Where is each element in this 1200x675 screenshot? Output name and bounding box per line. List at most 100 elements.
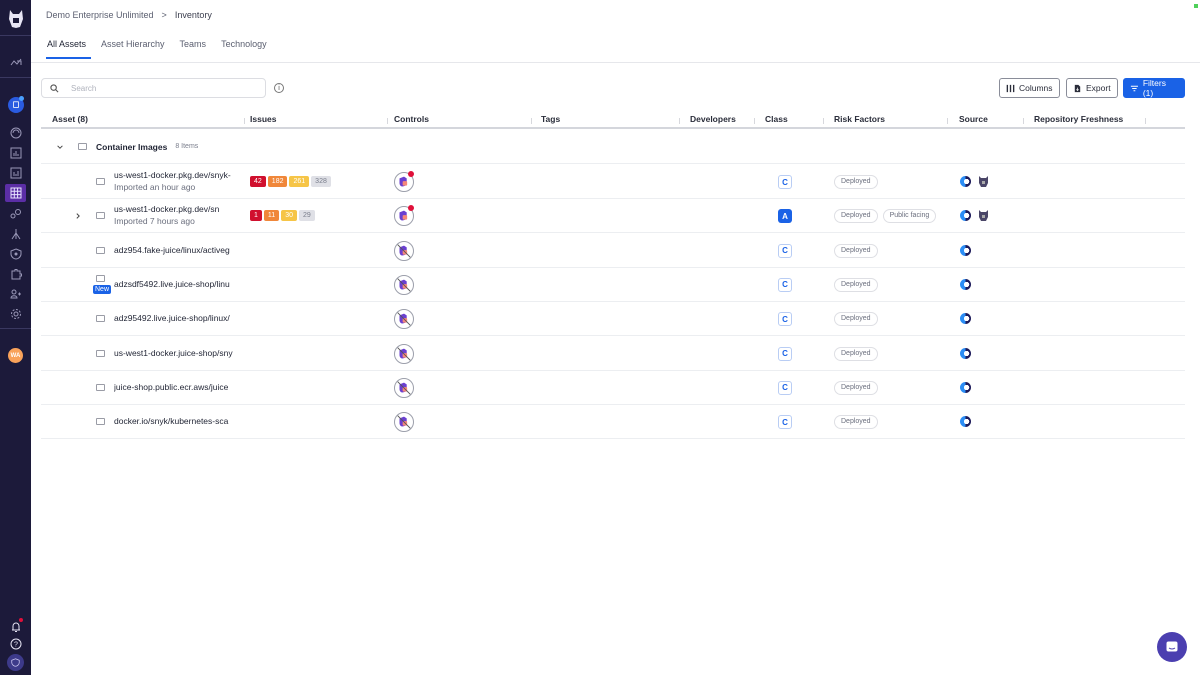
search-box[interactable] — [41, 78, 266, 98]
column-resizer[interactable] — [1023, 118, 1024, 124]
table-row[interactable]: adz95492.live.juice-shop/linux/ C Deploye… — [41, 302, 1185, 337]
columns-button[interactable]: Columns — [999, 78, 1060, 98]
control-disabled-icon[interactable] — [394, 412, 414, 433]
group-label: Container Images — [96, 141, 168, 152]
inventory-icon[interactable] — [5, 184, 26, 202]
snyk-source-icon[interactable] — [960, 381, 971, 393]
asset-name[interactable]: docker.io/snyk/kubernetes-sca — [114, 416, 239, 426]
table-row[interactable]: docker.io/snyk/kubernetes-sca C Deployed — [41, 405, 1185, 440]
asset-name[interactable]: juice-shop.public.ecr.aws/juice — [114, 382, 239, 392]
column-repository-freshness[interactable]: Repository Freshness — [1034, 114, 1123, 124]
search-input[interactable] — [71, 83, 251, 93]
column-resizer[interactable] — [679, 118, 680, 124]
control-disabled-icon[interactable] — [394, 240, 414, 261]
snyk-source-icon[interactable] — [960, 313, 971, 325]
asset-name[interactable]: adzsdf5492.live.juice-shop/linu — [114, 279, 239, 289]
activity-icon[interactable] — [6, 53, 25, 72]
column-resizer[interactable] — [387, 118, 388, 124]
chevron-right-icon[interactable] — [74, 212, 82, 220]
asset-name[interactable]: us-west1-docker.pkg.dev/sn — [114, 204, 239, 214]
extensions-icon[interactable] — [6, 264, 25, 283]
issue-count-medium[interactable]: 30 — [281, 210, 297, 222]
table-row[interactable]: us-west1-docker.juice-shop/sny C Deployed — [41, 337, 1185, 371]
issue-count-critical[interactable]: 1 — [250, 210, 262, 222]
members-icon[interactable] — [6, 284, 25, 303]
issues-counts: 42 182 261 328 — [250, 176, 331, 187]
snyk-source-icon[interactable] — [960, 416, 971, 428]
asset-name[interactable]: us-west1-docker.pkg.dev/snyk- — [114, 170, 239, 180]
tab-teams[interactable]: Teams — [175, 34, 212, 59]
container-image-icon — [96, 246, 105, 254]
analytics-icon[interactable] — [6, 163, 25, 182]
snyk-source-icon[interactable] — [960, 244, 971, 256]
issue-count-medium[interactable]: 261 — [289, 176, 310, 187]
column-resizer[interactable] — [1145, 118, 1146, 124]
filters-button[interactable]: Filters (1) — [1123, 78, 1185, 98]
table-row[interactable]: New adzsdf5492.live.juice-shop/linu C Depl… — [41, 268, 1185, 302]
issue-count-low[interactable]: 29 — [298, 210, 315, 222]
column-tags[interactable]: Tags — [541, 114, 560, 124]
snyk-source-icon[interactable] — [960, 347, 971, 359]
column-issues[interactable]: Issues — [250, 114, 276, 124]
column-resizer[interactable] — [531, 118, 532, 124]
column-resizer[interactable] — [947, 118, 948, 124]
asset-name[interactable]: adz954.fake-juice/linux/activeg — [114, 245, 239, 255]
snyk-dog-icon[interactable] — [978, 209, 989, 222]
asset-name[interactable]: adz95492.live.juice-shop/linux/ — [114, 313, 239, 323]
org-avatar[interactable] — [8, 96, 24, 113]
column-controls[interactable]: Controls — [394, 114, 429, 124]
control-disabled-icon[interactable] — [394, 274, 414, 295]
column-source[interactable]: Source — [959, 114, 988, 124]
user-avatar[interactable]: WA — [8, 348, 23, 363]
control-disabled-icon[interactable] — [394, 377, 414, 398]
info-icon[interactable]: i — [274, 83, 284, 93]
column-resizer[interactable] — [754, 118, 755, 124]
asset-name[interactable]: us-west1-docker.juice-shop/sny — [114, 348, 239, 358]
issue-count-high[interactable]: 182 — [267, 176, 288, 187]
issue-count-high[interactable]: 11 — [263, 210, 280, 222]
tab-asset-hierarchy[interactable]: Asset Hierarchy — [96, 34, 170, 59]
chevron-down-icon[interactable] — [56, 143, 64, 151]
reports-icon[interactable] — [6, 143, 25, 162]
column-risk-factors[interactable]: Risk Factors — [834, 114, 885, 124]
columns-icon — [1006, 84, 1015, 92]
tab-technology[interactable]: Technology — [216, 34, 272, 59]
hierarchy-icon[interactable] — [6, 224, 25, 243]
column-developers[interactable]: Developers — [690, 114, 736, 124]
control-disabled-icon[interactable] — [394, 343, 414, 364]
dashboard-icon[interactable] — [6, 123, 25, 142]
svg-text:?: ? — [14, 641, 18, 648]
snyk-dog-icon[interactable] — [978, 175, 989, 188]
column-asset[interactable]: Asset (8) — [52, 114, 88, 124]
snyk-source-icon[interactable] — [960, 210, 971, 222]
policies-icon[interactable] — [6, 244, 25, 263]
table-row[interactable]: us-west1-docker.pkg.dev/sn Imported 7 hou… — [41, 199, 1185, 234]
filter-icon — [1130, 85, 1138, 91]
export-button[interactable]: Export — [1066, 78, 1118, 98]
column-resizer[interactable] — [823, 118, 824, 124]
snyk-source-icon[interactable] — [960, 176, 971, 187]
column-resizer[interactable] — [244, 118, 245, 124]
group-count: 8 Items — [175, 143, 199, 150]
snyk-logo-icon[interactable] — [7, 9, 25, 29]
integrations-icon[interactable] — [6, 204, 25, 223]
container-image-icon — [96, 212, 105, 220]
control-icon[interactable] — [394, 205, 414, 227]
settings-icon[interactable] — [6, 304, 25, 323]
control-icon[interactable] — [394, 171, 414, 192]
table-row[interactable]: juice-shop.public.ecr.aws/juice C Deploye… — [41, 371, 1185, 405]
breadcrumb-org[interactable]: Demo Enterprise Unlimited — [46, 10, 154, 20]
column-class[interactable]: Class — [765, 114, 788, 124]
table-row[interactable]: adz954.fake-juice/linux/activeg C Deploye… — [41, 234, 1185, 268]
chat-button[interactable] — [1157, 632, 1187, 662]
issue-count-low[interactable]: 328 — [311, 176, 331, 187]
group-row[interactable]: Container Images 8 Items — [41, 130, 1185, 164]
tab-all-assets[interactable]: All Assets — [42, 34, 92, 59]
shield-icon[interactable] — [7, 654, 24, 671]
snyk-source-icon[interactable] — [960, 278, 971, 290]
issue-count-critical[interactable]: 42 — [250, 176, 266, 187]
control-disabled-icon[interactable] — [394, 309, 414, 330]
table-row[interactable]: us-west1-docker.pkg.dev/snyk- Imported an… — [41, 165, 1185, 199]
help-icon[interactable]: ? — [6, 634, 25, 653]
breadcrumb: Demo Enterprise Unlimited > Inventory — [46, 10, 212, 20]
